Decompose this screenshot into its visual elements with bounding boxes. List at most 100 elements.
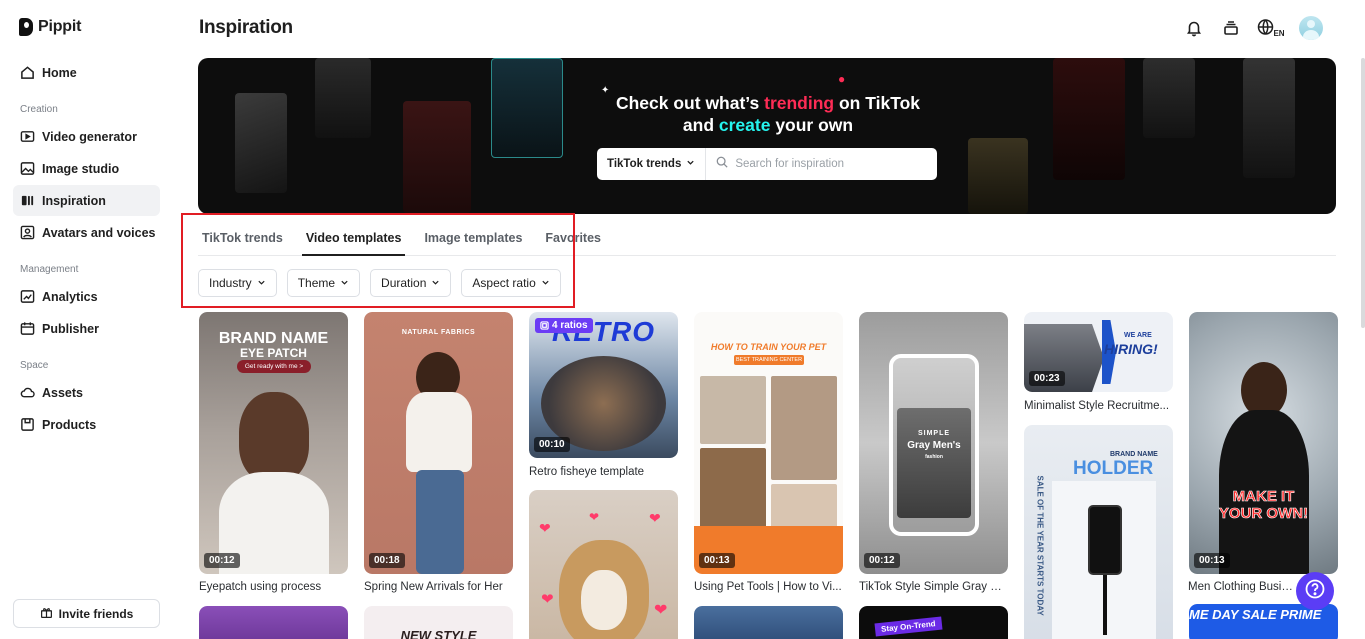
template-card[interactable]: BRAND NAME EYE PATCH Get ready with me >… [199, 312, 348, 574]
template-card[interactable]: Stay On-Trend [859, 606, 1008, 639]
pet-photo [700, 376, 766, 444]
banner-thumbnail [235, 93, 287, 193]
duration-badge: 00:18 [369, 553, 405, 568]
sidebar-item-label: Analytics [42, 289, 98, 304]
sidebar-item-label: Home [42, 65, 77, 80]
template-card[interactable]: BRAND NAME HOLDER SALE OF THE YEAR START… [1024, 425, 1173, 639]
stack-icon[interactable] [1219, 16, 1243, 40]
help-button[interactable] [1296, 572, 1334, 610]
chevron-down-icon [686, 158, 695, 170]
sidebar-item-publisher[interactable]: Publisher [13, 313, 160, 344]
overlay-subtitle: WE ARE [1124, 332, 1152, 339]
language-globe-icon[interactable]: EN [1256, 16, 1286, 40]
template-title[interactable]: Spring New Arrivals for Her [364, 581, 513, 593]
overlay-title: HOW TO TRAIN YOUR PET [710, 342, 827, 352]
phone-on-tripod [1088, 505, 1122, 575]
hero-banner: ✦ ● Check out what’s trending on TikTok … [198, 58, 1336, 214]
sidebar-item-products[interactable]: Products [13, 409, 160, 440]
overlay-pill: Get ready with me > [237, 360, 311, 373]
filter-label: Theme [297, 276, 336, 290]
page-scrollbar[interactable] [1361, 58, 1365, 328]
filter-duration[interactable]: Duration [370, 269, 452, 297]
template-card[interactable]: RETRO 4 ratios 00:10 [529, 312, 678, 458]
template-thumbnail: NEW STYLE [364, 606, 513, 639]
avatar-voice-icon [20, 225, 35, 240]
pippit-logo-icon [19, 18, 33, 36]
template-title[interactable]: Eyepatch using process [199, 581, 348, 593]
chevron-down-icon [431, 276, 440, 290]
tab-tiktok-trends[interactable]: TikTok trends [198, 226, 287, 256]
search-source-select[interactable]: TikTok trends [597, 148, 707, 180]
duration-badge: 00:13 [699, 553, 735, 568]
banner-thumbnail [1053, 58, 1125, 180]
video-generator-icon [20, 129, 35, 144]
banner-thumbnail [403, 101, 471, 213]
sidebar-item-avatars-and-voices[interactable]: Avatars and voices [13, 217, 160, 248]
phone-frame: SIMPLE Gray Men's fashion [889, 354, 979, 536]
search-icon [716, 155, 728, 173]
filter-aspect-ratio[interactable]: Aspect ratio [461, 269, 561, 297]
template-title[interactable]: TikTok Style Simple Gray M... [859, 581, 1008, 593]
template-thumbnail: SIMPLE Gray Men's fashion 00:12 [859, 312, 1008, 574]
language-code: EN [1273, 28, 1285, 38]
invite-friends-button[interactable]: Invite friends [13, 599, 160, 628]
tiktok-drop-icon: ● [838, 72, 846, 86]
sidebar-item-label: Products [42, 417, 97, 432]
overlay-title: HIRING! [1104, 341, 1158, 357]
overlay-subtitle: BEST TRAINING CENTER [734, 355, 804, 365]
template-card[interactable] [694, 606, 843, 639]
template-card[interactable]: HOW TO TRAIN YOUR PET BEST TRAINING CENT… [694, 312, 843, 574]
model-photo [239, 392, 309, 482]
notification-bell-icon[interactable] [1182, 16, 1206, 40]
tab-favorites[interactable]: Favorites [541, 226, 605, 256]
tab-image-templates[interactable]: Image templates [420, 226, 526, 256]
user-avatar[interactable] [1299, 16, 1323, 40]
template-title[interactable]: Minimalist Style Recruitme... [1024, 400, 1173, 412]
tab-video-templates[interactable]: Video templates [301, 226, 406, 256]
headline-text: on TikTok [834, 93, 921, 113]
model-photo [406, 392, 472, 472]
sidebar-item-analytics[interactable]: Analytics [13, 281, 160, 312]
filter-industry[interactable]: Industry [198, 269, 277, 297]
template-title[interactable]: Men Clothing Busines... [1188, 581, 1298, 593]
analytics-icon [20, 289, 35, 304]
invite-friends-label: Invite friends [58, 606, 134, 621]
image-studio-icon [20, 161, 35, 176]
template-thumbnail: HOW TO TRAIN YOUR PET BEST TRAINING CENT… [694, 312, 843, 574]
model-photo [897, 408, 971, 518]
logo[interactable]: Pippit [19, 18, 81, 36]
sidebar-item-home[interactable]: Home [13, 57, 160, 88]
template-thumbnail: BRAND NAME HOLDER SALE OF THE YEAR START… [1024, 425, 1173, 639]
sidebar-item-label: Inspiration [42, 193, 106, 208]
chevron-down-icon [541, 276, 550, 290]
template-card[interactable]: NEW STYLE [364, 606, 513, 639]
overlay-title: NATURAL FABRICS [401, 329, 476, 336]
banner-thumbnail [491, 58, 563, 158]
template-card[interactable]: NATURAL FABRICS 00:18 [364, 312, 513, 574]
template-card[interactable]: SIMPLE Gray Men's fashion 00:12 [859, 312, 1008, 574]
product-box-icon [20, 417, 35, 432]
sidebar-item-inspiration[interactable]: Inspiration [13, 185, 160, 216]
sidebar-item-assets[interactable]: Assets [13, 377, 160, 408]
sidebar-item-image-studio[interactable]: Image studio [13, 153, 160, 184]
filter-theme[interactable]: Theme [286, 269, 361, 297]
template-card[interactable] [199, 606, 348, 639]
template-thumbnail: ❤ ❤ ❤ ❤ ❤ [529, 490, 678, 639]
duration-badge: 00:12 [204, 553, 240, 568]
section-label-space: Space [20, 360, 49, 371]
headline-text: Check out what’s [615, 93, 765, 113]
template-card[interactable]: ❤ ❤ ❤ ❤ ❤ [529, 490, 678, 639]
sidebar-item-video-generator[interactable]: Video generator [13, 121, 160, 152]
template-card[interactable]: MAKE IT YOUR OWN! 00:13 [1189, 312, 1338, 574]
filter-bar: Industry Theme Duration Aspect ratio [198, 269, 561, 297]
template-card[interactable]: WE ARE HIRING! 00:23 [1024, 312, 1173, 392]
sidebar: Pippit Home Creation Video generator Ima… [0, 0, 174, 639]
ratios-badge: 4 ratios [535, 318, 593, 333]
template-title[interactable]: Using Pet Tools | How to Vi... [694, 581, 843, 593]
question-mark-icon [1304, 578, 1326, 605]
tripod-leg [1103, 575, 1107, 635]
search-input[interactable] [735, 158, 936, 170]
brand-name: Pippit [38, 18, 82, 35]
overlay-subtitle: EYE PATCH [240, 346, 307, 360]
template-title[interactable]: Retro fisheye template [529, 466, 678, 478]
